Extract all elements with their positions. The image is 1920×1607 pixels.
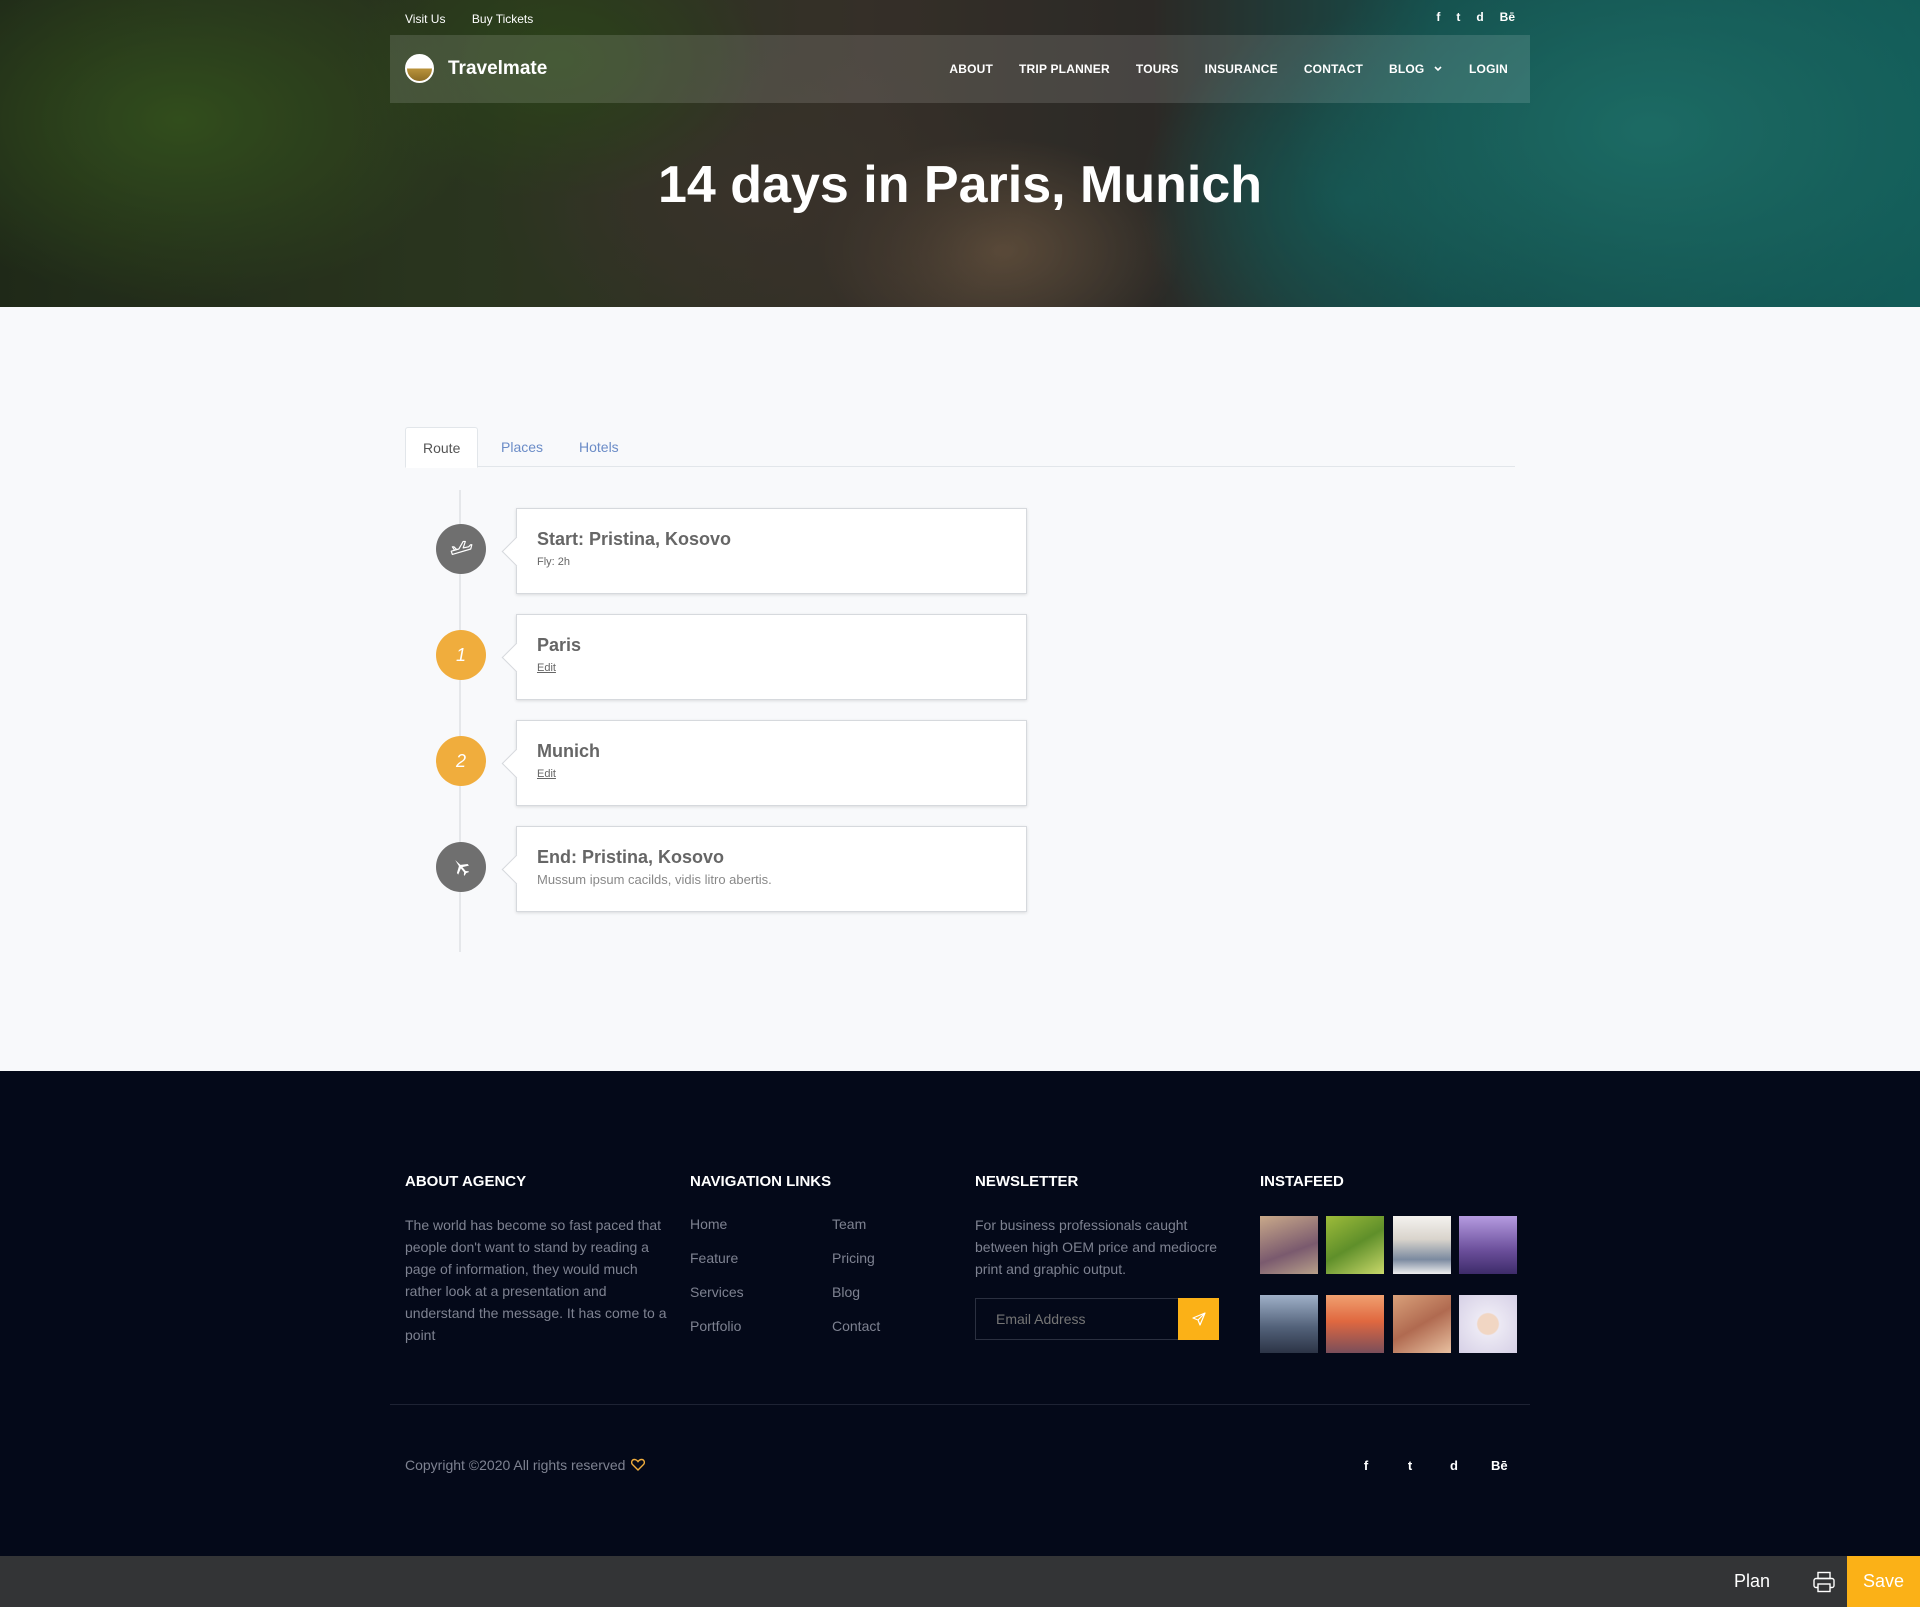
footer-link-contact[interactable]: Contact — [832, 1318, 880, 1334]
nav-insurance[interactable]: INSURANCE — [1205, 62, 1278, 76]
instafeed-thumb[interactable] — [1326, 1216, 1384, 1274]
timeline-description: Mussum ipsum cacilds, vidis litro aberti… — [537, 872, 772, 887]
timeline-title: Munich — [537, 741, 600, 761]
instafeed-thumb[interactable] — [1326, 1295, 1384, 1353]
save-button[interactable]: Save — [1847, 1556, 1920, 1607]
timeline-marker-1: 1 — [436, 630, 486, 680]
heart-icon — [631, 1458, 646, 1471]
timeline-duration: Fly: 2h — [537, 556, 571, 568]
timeline-number: 1 — [455, 644, 466, 665]
top-social-links: f t d Bē — [1436, 10, 1515, 24]
footer-link-portfolio[interactable]: Portfolio — [690, 1318, 741, 1334]
instafeed-thumb[interactable] — [1393, 1295, 1451, 1353]
edit-link[interactable]: Edit — [537, 662, 1006, 674]
timeline-card-paris: Paris Edit — [516, 614, 1027, 700]
plan-label[interactable]: Plan — [1734, 1571, 1770, 1592]
footer-link-team[interactable]: Team — [832, 1216, 866, 1232]
main-navbar: Travelmate ABOUT TRIP PLANNER TOURS INSU… — [390, 35, 1530, 103]
newsletter-submit-button[interactable] — [1178, 1298, 1219, 1340]
brand[interactable]: Travelmate — [405, 54, 547, 83]
footer: ABOUT AGENCY The world has become so fas… — [0, 1071, 1920, 1556]
nav-about[interactable]: ABOUT — [949, 62, 993, 76]
newsletter-text: For business professionals caught betwee… — [975, 1217, 1218, 1277]
brand-name: Travelmate — [448, 57, 548, 79]
nav-tours[interactable]: TOURS — [1136, 62, 1179, 76]
chevron-down-icon — [1434, 66, 1442, 72]
facebook-icon[interactable]: f — [1436, 10, 1440, 24]
tab-route[interactable]: Route — [405, 427, 479, 468]
top-bar: Visit Us Buy Tickets f t d Bē — [405, 10, 1515, 28]
footer-link-blog[interactable]: Blog — [832, 1284, 860, 1300]
copyright: Copyright ©2020 All rights reserved — [405, 1457, 646, 1473]
airplane-arrival-icon — [436, 842, 486, 892]
nav-blog-label: BLOG — [1388, 62, 1425, 76]
edit-link[interactable]: Edit — [537, 768, 1006, 780]
about-heading: ABOUT AGENCY — [405, 1173, 527, 1190]
instafeed-thumb[interactable] — [1393, 1216, 1451, 1274]
hero-banner: Visit Us Buy Tickets f t d Bē Travelmate… — [0, 0, 1920, 307]
instafeed-thumb[interactable] — [1459, 1216, 1517, 1274]
timeline-title: Start: Pristina, Kosovo — [537, 529, 732, 549]
instafeed-thumb[interactable] — [1260, 1216, 1318, 1274]
instafeed-thumb[interactable] — [1459, 1295, 1517, 1353]
timeline-title: End: Pristina, Kosovo — [537, 847, 725, 867]
twitter-icon[interactable]: t — [1403, 1458, 1417, 1473]
instafeed-thumb[interactable] — [1260, 1295, 1318, 1353]
behance-icon[interactable]: Bē — [1500, 10, 1515, 24]
dribbble-icon[interactable]: d — [1447, 1458, 1461, 1473]
copyright-text: Copyright ©2020 All rights reserved — [405, 1457, 626, 1473]
nav-trip-planner[interactable]: TRIP PLANNER — [1019, 62, 1110, 76]
footer-social-links: f t d Bē — [1359, 1458, 1508, 1473]
buy-tickets-link[interactable]: Buy Tickets — [472, 12, 533, 26]
timeline-marker-2: 2 — [436, 736, 486, 786]
twitter-icon[interactable]: t — [1456, 10, 1460, 24]
visit-us-link[interactable]: Visit Us — [405, 12, 445, 26]
footer-link-home[interactable]: Home — [690, 1216, 727, 1232]
trip-tabs: Route Places Hotels — [405, 427, 1515, 468]
nav-login[interactable]: LOGIN — [1469, 62, 1508, 76]
footer-link-services[interactable]: Services — [690, 1284, 744, 1300]
navigation-heading: NAVIGATION LINKS — [690, 1173, 832, 1190]
footer-divider — [390, 1404, 1530, 1405]
timeline-title: Paris — [537, 635, 582, 655]
footer-link-feature[interactable]: Feature — [690, 1250, 738, 1266]
newsletter-form — [975, 1298, 1219, 1340]
airplane-departure-icon — [436, 524, 486, 574]
nav-contact[interactable]: CONTACT — [1304, 62, 1363, 76]
newsletter-heading: NEWSLETTER — [975, 1173, 1079, 1190]
about-text: The world has become so fast paced that … — [405, 1217, 667, 1343]
timeline-card-end[interactable]: End: Pristina, Kosovo Mussum ipsum cacil… — [516, 826, 1027, 912]
nav-menu: ABOUT TRIP PLANNER TOURS INSURANCE CONTA… — [949, 62, 1508, 76]
bottom-action-bar: Plan Save — [0, 1556, 1920, 1607]
timeline-number: 2 — [455, 750, 466, 771]
brand-logo — [405, 54, 434, 83]
behance-icon[interactable]: Bē — [1491, 1458, 1508, 1473]
nav-blog[interactable]: BLOG — [1389, 62, 1443, 76]
print-icon[interactable] — [1812, 1571, 1836, 1593]
dribbble-icon[interactable]: d — [1476, 10, 1483, 24]
timeline-card-munich: Munich Edit — [516, 720, 1027, 806]
footer-link-pricing[interactable]: Pricing — [832, 1250, 875, 1266]
tab-places[interactable]: Places — [484, 427, 560, 467]
instafeed-heading: INSTAFEED — [1260, 1173, 1344, 1190]
email-field[interactable] — [976, 1299, 1179, 1339]
tab-hotels[interactable]: Hotels — [562, 427, 636, 467]
facebook-icon[interactable]: f — [1359, 1458, 1373, 1473]
send-icon — [1191, 1312, 1206, 1326]
timeline-card-start[interactable]: Start: Pristina, Kosovo Fly: 2h — [516, 508, 1027, 594]
page-title: 14 days in Paris, Munich — [658, 156, 1262, 214]
